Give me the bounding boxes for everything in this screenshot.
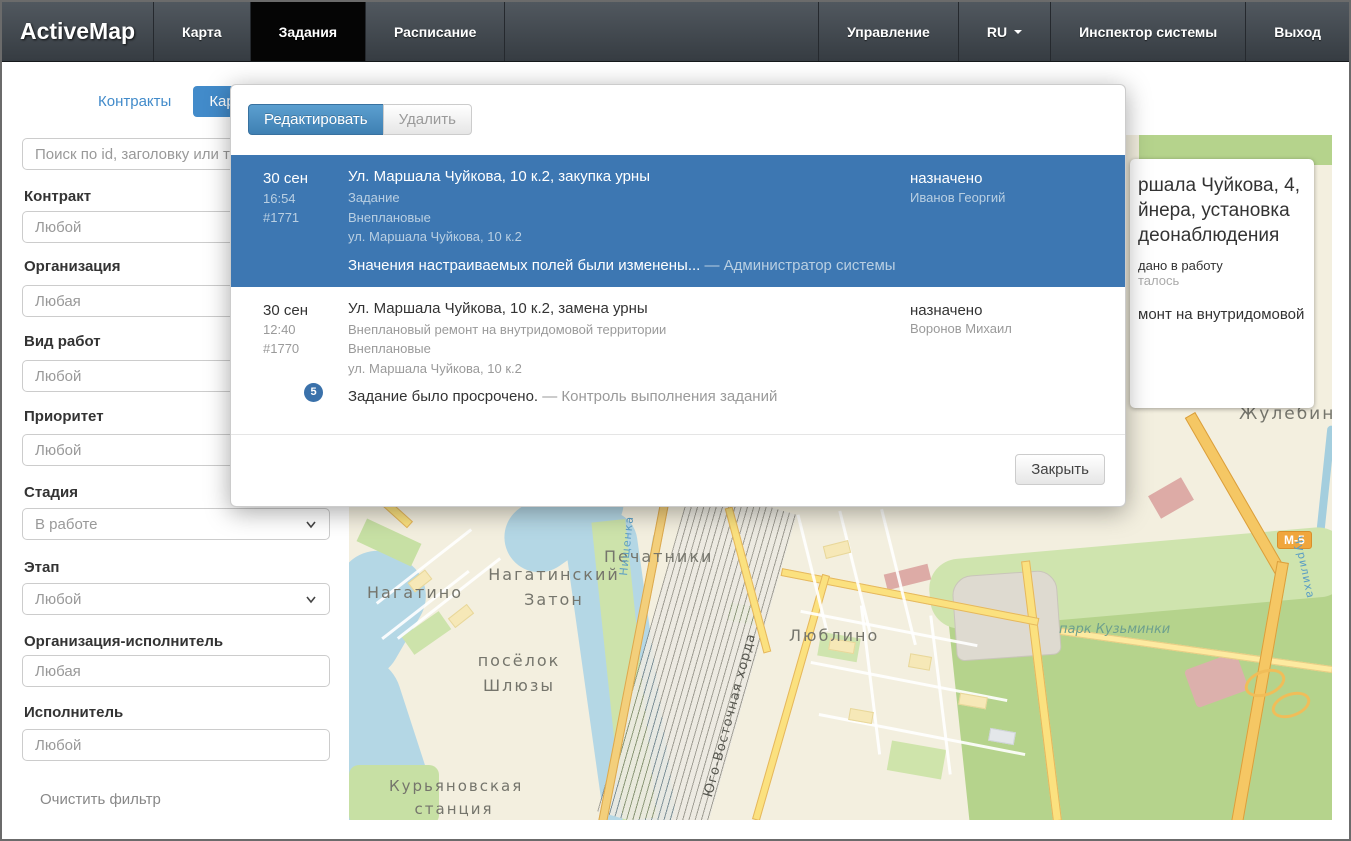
task-title: Ул. Маршала Чуйкова, 10 к.2, замена урны xyxy=(348,300,910,317)
dialog-actions: Редактировать Удалить xyxy=(248,104,472,135)
map-label-park-kuzminki: парк Кузьминки xyxy=(1059,620,1170,640)
task-message-author: — Администратор системы xyxy=(705,257,896,274)
table-row[interactable]: 30 сен 16:54 #1771 Ул. Маршала Чуйкова, … xyxy=(231,155,1125,287)
chevron-down-icon xyxy=(305,593,317,605)
filter-select-stage[interactable]: В работе xyxy=(22,508,330,540)
nav-item-tasks[interactable]: Задания xyxy=(251,2,366,61)
dialog-footer: Закрыть xyxy=(1015,454,1105,485)
task-message-author: — Контроль выполнения заданий xyxy=(542,388,777,405)
app-window: ActiveMap Карта Задания Расписание Управ… xyxy=(0,0,1351,841)
chevron-down-icon xyxy=(305,518,317,530)
task-status-cell: назначено Воронов Михаил xyxy=(910,300,1110,406)
map-label-nagatino: Нагатино xyxy=(367,581,463,606)
task-title: Ул. Маршала Чуйкова, 10 к.2, закупка урн… xyxy=(348,168,910,185)
task-main-cell: Ул. Маршала Чуйкова, 10 к.2, замена урны… xyxy=(348,300,910,406)
task-id: #1771 xyxy=(263,209,348,228)
language-label: RU xyxy=(987,24,1007,40)
nav-item-inspector[interactable]: Инспектор системы xyxy=(1050,2,1245,61)
status-badge: назначено xyxy=(910,300,1110,322)
dialog-divider xyxy=(231,434,1125,435)
task-time: 12:40 xyxy=(263,321,348,340)
map-label-shluzy: посёлок Шлюзы xyxy=(459,649,579,699)
task-address: ул. Маршала Чуйкова, 10 к.2 xyxy=(348,227,910,247)
filter-input-assignee[interactable]: Любой xyxy=(22,729,330,761)
filter-label-organization: Организация xyxy=(24,258,121,275)
task-address: ул. Маршала Чуйкова, 10 к.2 xyxy=(348,359,910,379)
task-date: 30 сен xyxy=(263,168,348,190)
filter-select-phase[interactable]: Любой xyxy=(22,583,330,615)
task-date: 30 сен xyxy=(263,300,348,322)
nav-item-language[interactable]: RU xyxy=(958,2,1050,61)
map-label-lyublino: Люблино xyxy=(789,624,879,649)
task-category: Внеплановые xyxy=(348,208,910,228)
task-assignee: Воронов Михаил xyxy=(910,321,1110,336)
table-row[interactable]: 30 сен 12:40 #1770 Ул. Маршала Чуйкова, … xyxy=(231,287,1125,419)
unread-count-badge: 5 xyxy=(304,383,323,402)
task-message: Задание было просрочено. — Контроль выпо… xyxy=(348,388,910,405)
nav-item-schedule[interactable]: Расписание xyxy=(366,2,505,61)
clear-filter-link[interactable]: Очистить фильтр xyxy=(40,791,161,808)
nav-item-map[interactable]: Карта xyxy=(154,2,251,61)
filter-label-contractor-org: Организация-исполнитель xyxy=(24,633,223,650)
task-dialog: Редактировать Удалить 30 сен 16:54 #1771… xyxy=(230,84,1126,507)
task-message-text: Задание было просрочено. xyxy=(348,388,538,405)
app-logo: ActiveMap xyxy=(2,2,154,61)
map-label-nagatinsky-zaton: Нагатинский Затон xyxy=(479,563,629,613)
task-message: Значения настраиваемых полей были измене… xyxy=(348,257,910,274)
popup-title: ршала Чуйкова, 4, йнера, установка деона… xyxy=(1138,173,1306,248)
delete-button[interactable]: Удалить xyxy=(383,104,472,135)
filter-label-stage: Стадия xyxy=(24,484,78,501)
filter-label-phase: Этап xyxy=(24,559,59,576)
edit-button[interactable]: Редактировать xyxy=(248,104,384,135)
popup-remaining: талось xyxy=(1138,273,1306,288)
filter-label-priority: Приоритет xyxy=(24,408,104,425)
task-message-text: Значения настраиваемых полей были измене… xyxy=(348,257,700,274)
task-list: 30 сен 16:54 #1771 Ул. Маршала Чуйкова, … xyxy=(231,155,1125,418)
task-main-cell: Ул. Маршала Чуйкова, 10 к.2, закупка урн… xyxy=(348,168,910,274)
filter-label-assignee: Исполнитель xyxy=(24,704,123,721)
nav-item-logout[interactable]: Выход xyxy=(1245,2,1349,61)
caret-down-icon xyxy=(1014,30,1022,34)
task-id: #1770 xyxy=(263,340,348,359)
tab-contracts[interactable]: Контракты xyxy=(90,87,179,116)
task-date-cell: 30 сен 16:54 #1771 xyxy=(263,168,348,274)
popup-work-type: монт на внутридомовой xyxy=(1138,306,1306,323)
task-status-cell: назначено Иванов Георгий xyxy=(910,168,1110,274)
filter-input-contractor-org[interactable]: Любая xyxy=(22,655,330,687)
task-assignee: Иванов Георгий xyxy=(910,190,1110,205)
nav-item-management[interactable]: Управление xyxy=(818,2,958,61)
task-category: Внеплановые xyxy=(348,339,910,359)
navbar-right-group: Управление RU Инспектор системы Выход xyxy=(818,2,1349,61)
task-time: 16:54 xyxy=(263,190,348,209)
top-navbar: ActiveMap Карта Задания Расписание Управ… xyxy=(2,2,1349,62)
map-task-popup[interactable]: ршала Чуйкова, 4, йнера, установка деона… xyxy=(1130,159,1314,408)
status-badge: назначено xyxy=(910,168,1110,190)
task-type: Внеплановый ремонт на внутридомовой терр… xyxy=(348,320,910,340)
filter-label-contract: Контракт xyxy=(24,188,91,205)
task-type: Задание xyxy=(348,188,910,208)
map-label-kuryanovo: Курьяновская станция аэрации xyxy=(389,775,519,820)
filter-label-work-type: Вид работ xyxy=(24,333,101,350)
popup-status: дано в работу xyxy=(1138,258,1306,273)
close-button[interactable]: Закрыть xyxy=(1015,454,1105,485)
